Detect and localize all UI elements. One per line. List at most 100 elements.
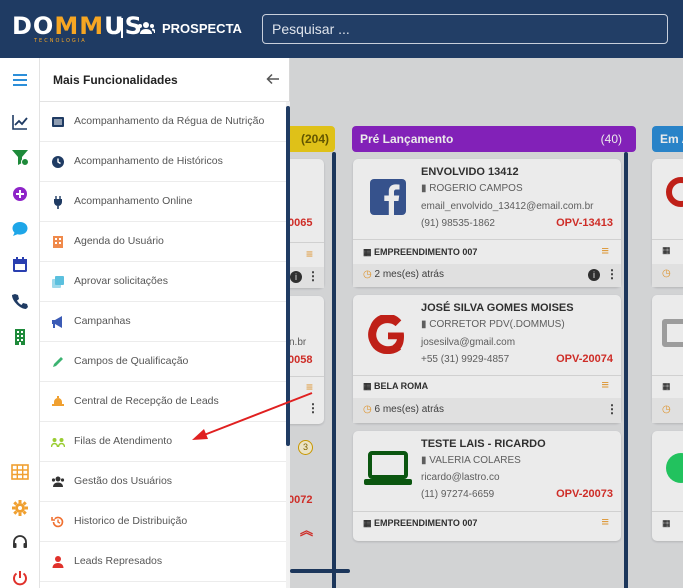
menu-item-leads-represados[interactable]: Leads Represados	[40, 542, 286, 582]
menu-lines-icon[interactable]: ≡	[601, 377, 609, 392]
menu-item-label: Leads Represados	[74, 555, 163, 567]
menu-lines-icon[interactable]: ≡	[601, 243, 609, 258]
filter-icon[interactable]	[11, 148, 29, 166]
more-features-panel: Mais Funcionalidades Acompanhamento da R…	[40, 58, 290, 588]
partial-email: n.br	[289, 337, 307, 348]
menu-item-label: Acompanhamento da Régua de Nutrição	[74, 115, 265, 127]
lead-name: ENVOLVIDO 13412	[421, 166, 519, 178]
menu-item-central-de-recepcao-de-leads[interactable]: Central de Recepção de Leads	[40, 382, 286, 422]
calendar-grid-icon	[53, 236, 63, 248]
menu-lines-icon[interactable]: ≡	[306, 380, 313, 394]
partial-opv: 0072	[288, 494, 313, 506]
lead-time: ◷ 6 mes(es) atrás	[363, 404, 444, 415]
lead-opv[interactable]: OPV-20074	[556, 353, 613, 365]
divider	[353, 375, 621, 376]
info-icon[interactable]: i	[290, 271, 302, 283]
users-icon	[137, 22, 155, 34]
menu-item-label: Filas de Atendimento	[74, 435, 173, 447]
lead-card[interactable]: ENVOLVIDO 13412 ▮ ROGERIO CAMPOS email_e…	[353, 159, 621, 287]
lead-time: ◷ 2 mes(es) atrás	[363, 269, 444, 280]
megaphone-icon	[52, 316, 62, 328]
phone-icon[interactable]	[11, 292, 29, 310]
menu-lines-icon[interactable]: ≡	[306, 247, 313, 261]
menu-item-label: Acompanhamento Online	[74, 195, 193, 207]
menu-item-acompanhamento-de-historicos[interactable]: Acompanhamento de Históricos	[40, 142, 286, 182]
calendar-icon[interactable]	[11, 256, 29, 274]
column-header-em-a: Em A	[652, 126, 683, 152]
kebab-icon[interactable]: ⋮	[606, 267, 618, 281]
lead-owner: ▮ ROGERIO CAMPOS	[421, 183, 523, 194]
building-icon: ▦	[662, 381, 671, 391]
power-icon[interactable]	[11, 569, 29, 587]
column-count: (204)	[300, 132, 329, 146]
menu-lines-icon[interactable]: ≡	[601, 514, 609, 529]
column-title: Pré Lançamento	[360, 132, 454, 146]
lead-card[interactable]: TESTE LAIS - RICARDO ▮ VALERIA COLARES r…	[353, 431, 621, 541]
menu-item-agenda-do-usuario[interactable]: Agenda do Usuário	[40, 222, 286, 262]
source-circle-icon	[666, 177, 683, 207]
panel-title: Mais Funcionalidades	[53, 73, 178, 87]
kebab-icon[interactable]: ⋮	[307, 269, 319, 283]
divider	[652, 239, 683, 240]
arrow-left-icon[interactable]	[266, 72, 280, 86]
count-badge: 3	[298, 440, 313, 455]
header-divider	[121, 18, 123, 38]
kebab-icon[interactable]: ⋮	[606, 402, 618, 416]
headset-icon[interactable]	[11, 534, 29, 552]
menu-item-label: Agenda do Usuário	[74, 235, 164, 247]
menu-item-acompanhamento-da-regua-de-nutricao[interactable]: Acompanhamento da Régua de Nutrição	[40, 102, 286, 142]
menu-item-campanhas[interactable]: Campanhas	[40, 302, 286, 342]
building-icon[interactable]	[11, 328, 29, 346]
empreendimento: ▦ EMPREENDIMENTO 007	[363, 518, 478, 528]
laptop-gray-icon	[662, 319, 683, 347]
dommus-logo[interactable]: DOMMUS	[12, 12, 143, 40]
column-title: Em A	[660, 132, 683, 146]
panel-scroll-thumb[interactable]	[286, 106, 290, 446]
partial-card-right[interactable]: ▦	[652, 431, 683, 541]
menu-item-label: Campos de Qualificação	[74, 355, 189, 367]
gear-icon[interactable]	[11, 499, 29, 517]
search-input[interactable]	[262, 14, 668, 44]
plug-icon	[54, 196, 62, 209]
history-icon	[51, 516, 64, 528]
divider	[353, 511, 621, 512]
menu-item-filas-de-atendimento[interactable]: Filas de Atendimento	[40, 422, 286, 462]
grid-icon[interactable]	[11, 463, 29, 481]
divider	[652, 511, 683, 512]
info-icon[interactable]: i	[588, 269, 600, 281]
menu-item-campos-de-qualificacao[interactable]: Campos de Qualificação	[40, 342, 286, 382]
menu-item-label: Historico de Distribuição	[74, 515, 188, 527]
column-scrollbar[interactable]	[332, 152, 336, 588]
column-count: (40)	[600, 132, 622, 146]
chat-icon[interactable]	[11, 220, 29, 238]
column-header-pre-lancamento: Pré Lançamento (40)	[352, 126, 636, 152]
menu-icon[interactable]	[11, 71, 29, 89]
menu-item-aprovar-solicitacoes[interactable]: Aprovar solicitações	[40, 262, 286, 302]
lead-email: josesilva@gmail.com	[421, 337, 516, 348]
logo-subtitle: TECNOLOGIA	[34, 38, 87, 44]
lead-opv[interactable]: OPV-20073	[556, 488, 613, 500]
lead-card[interactable]: JOSÉ SILVA GOMES MOISES ▮ CORRETOR PDV(.…	[353, 295, 621, 423]
kebab-icon[interactable]: ⋮	[307, 401, 319, 415]
horizontal-scrollbar[interactable]	[290, 569, 350, 573]
lead-name: JOSÉ SILVA GOMES MOISES	[421, 302, 574, 314]
menu-item-gestao-dos-usuarios[interactable]: Gestão dos Usuários	[40, 462, 286, 502]
divider	[353, 239, 621, 240]
menu-item-label: Acompanhamento de Históricos	[74, 155, 223, 167]
empreendimento: ▦ EMPREENDIMENTO 007	[363, 247, 478, 257]
partial-card-right[interactable]: ▦ ◷	[652, 159, 683, 287]
chart-line-icon[interactable]	[11, 113, 29, 131]
menu-item-historico-de-distribuicao[interactable]: Historico de Distribuição	[40, 502, 286, 542]
panel-header: Mais Funcionalidades	[40, 58, 290, 102]
menu-item-acompanhamento-online[interactable]: Acompanhamento Online	[40, 182, 286, 222]
partial-card-right[interactable]: ▦ ◷	[652, 295, 683, 423]
pencil-icon	[53, 357, 63, 367]
lead-name: TESTE LAIS - RICARDO	[421, 438, 546, 450]
plus-circle-icon[interactable]	[11, 185, 29, 203]
lead-opv[interactable]: OPV-13413	[556, 217, 613, 229]
column-scrollbar[interactable]	[624, 152, 628, 588]
google-icon	[368, 315, 404, 355]
chevron-up-double-icon[interactable]: ︽	[300, 520, 313, 539]
menu-item-label: Campanhas	[74, 315, 131, 327]
partial-opv: 0065	[288, 217, 313, 229]
